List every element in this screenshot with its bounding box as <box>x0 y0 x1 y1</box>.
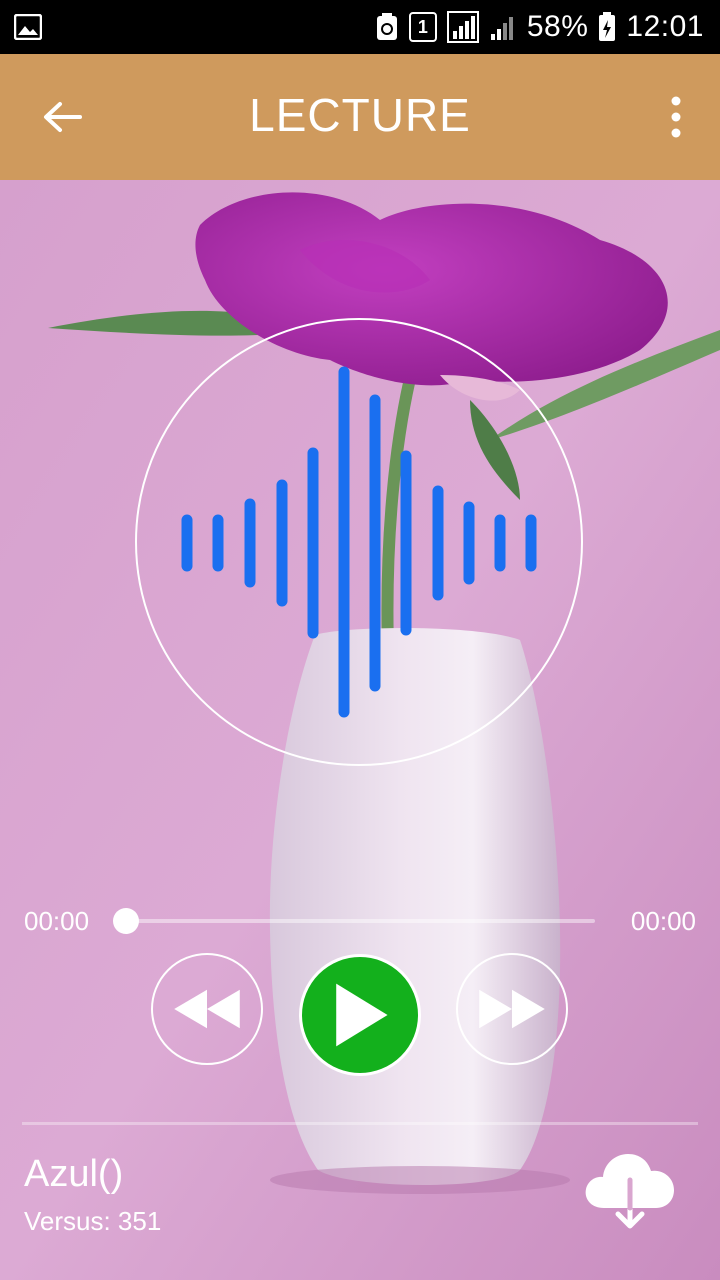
fast-forward-button[interactable] <box>456 953 568 1065</box>
battery-charging-icon <box>599 12 616 41</box>
rewind-button[interactable] <box>151 953 263 1065</box>
fast-forward-icon <box>479 989 545 1029</box>
recycle-icon <box>376 13 397 40</box>
clock: 12:01 <box>626 10 704 43</box>
signal-weak-icon <box>490 17 513 40</box>
seek-bar[interactable] <box>125 919 595 923</box>
sim-badge: 1 <box>408 12 437 42</box>
rewind-icon <box>174 989 240 1029</box>
divider <box>22 1122 698 1125</box>
cloud-download-icon[interactable] <box>582 1146 678 1232</box>
total-time: 00:00 <box>630 906 696 936</box>
image-notification-icon <box>14 14 42 40</box>
status-bar: 1 58% 12:01 <box>0 0 720 54</box>
play-icon <box>336 983 388 1047</box>
play-button[interactable] <box>299 954 421 1076</box>
more-vert-icon[interactable] <box>666 94 686 140</box>
app-bar: LECTURE <box>0 54 720 180</box>
current-time: 00:00 <box>24 906 90 936</box>
track-title: Azul() <box>24 1153 124 1195</box>
battery-percent: 58% <box>526 10 589 43</box>
signal-icon <box>446 11 479 43</box>
track-subtitle: Versus: 351 <box>24 1206 162 1236</box>
visualizer-circle <box>135 318 583 766</box>
seek-thumb[interactable] <box>113 908 139 934</box>
page-title: LECTURE <box>249 89 471 141</box>
